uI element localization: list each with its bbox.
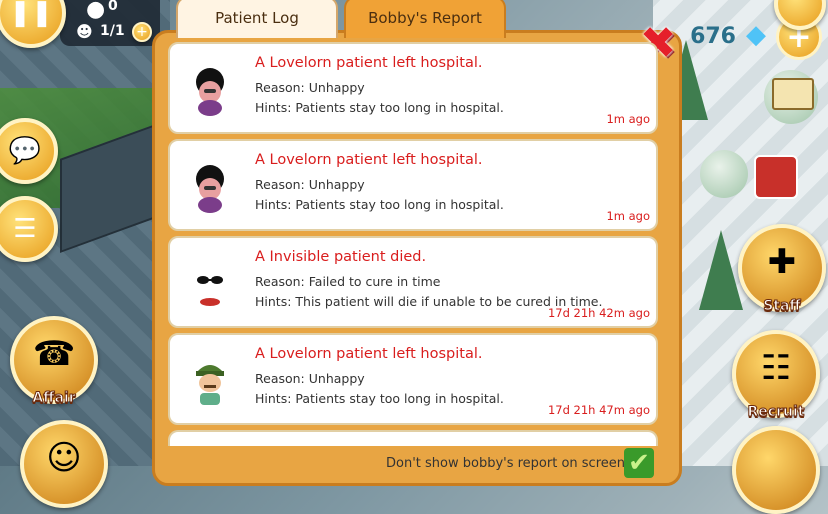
staff-button[interactable]: ✚ Staff bbox=[738, 224, 826, 315]
telephone-icon: ☎ bbox=[32, 334, 76, 374]
mail-icon[interactable] bbox=[772, 78, 814, 110]
bottom-left-button[interactable]: ☺ bbox=[20, 420, 108, 508]
log-entry-reason: Reason: Failed to cure in time bbox=[255, 274, 441, 289]
log-entry-hint: Hints: Patients stay too long in hospita… bbox=[255, 197, 504, 212]
log-entry-title: A Lovelorn patient left hospital. bbox=[255, 152, 483, 168]
recruit-button[interactable]: ☷ Recruit bbox=[732, 330, 820, 421]
tab-bobbys-report[interactable]: Bobby's Report bbox=[344, 0, 506, 38]
log-entry-reason: Reason: Unhappy bbox=[255, 80, 365, 95]
list-icon: ☰ bbox=[13, 214, 37, 244]
invisible-patient-sunglasses-icon bbox=[197, 276, 223, 306]
hud-top-count: 0 bbox=[108, 0, 118, 14]
dont-show-report-label: Don't show bobby's report on screen bbox=[386, 456, 625, 471]
afro-lady-patient-icon bbox=[196, 68, 224, 116]
staff-label: Staff bbox=[763, 298, 802, 315]
log-entry-time: 1m ago bbox=[606, 112, 650, 126]
log-entry-time: 17d 21h 42m ago bbox=[547, 306, 650, 320]
affair-label: Affair bbox=[32, 390, 76, 407]
gift-box-icon[interactable] bbox=[754, 155, 798, 199]
dont-show-report-checkbox[interactable]: ✔ bbox=[624, 448, 654, 478]
log-entry-hint: Hints: Patients stay too long in hospita… bbox=[255, 100, 504, 115]
pine-tree-icon bbox=[699, 230, 743, 310]
log-entry-title: A Lovelorn patient left hospital. bbox=[255, 346, 483, 362]
diamond-icon: ◆ bbox=[746, 20, 766, 50]
checkmark-icon: ✔ bbox=[628, 448, 650, 478]
log-entry-time: 1m ago bbox=[606, 209, 650, 223]
bottom-right-button[interactable] bbox=[732, 426, 820, 514]
character-icon: ☺ bbox=[46, 438, 82, 478]
snow-bush-icon bbox=[700, 150, 748, 198]
recruit-label: Recruit bbox=[747, 404, 805, 421]
staff-head-icon: ☻ bbox=[76, 22, 93, 41]
affair-button[interactable]: ☎ Affair bbox=[10, 316, 98, 407]
log-entry: A Lovelorn patient left hospital. Reason… bbox=[168, 333, 658, 425]
log-entry: A Invisible patient died. Reason: Failed… bbox=[168, 236, 658, 328]
add-staff-button[interactable]: + bbox=[132, 22, 152, 42]
afro-lady-patient-icon bbox=[196, 165, 224, 213]
log-entry-time: 17d 21h 47m ago bbox=[547, 403, 650, 417]
log-entry: A Lovelorn patient left hospital. Reason… bbox=[168, 42, 658, 134]
green-cap-patient-icon bbox=[196, 365, 224, 405]
pause-icon: ❚❚ bbox=[9, 0, 53, 28]
diamond-count: 676 bbox=[690, 24, 736, 49]
nurse-cap-icon: ✚ bbox=[767, 242, 797, 282]
log-entry-reason: Reason: Unhappy bbox=[255, 177, 365, 192]
log-entry-title: A Invisible patient died. bbox=[255, 249, 427, 265]
log-entry-reason: Reason: Unhappy bbox=[255, 371, 365, 386]
chat-bubble-icon: 💬 bbox=[8, 136, 42, 166]
log-entry-hint: Hints: Patients stay too long in hospita… bbox=[255, 391, 504, 406]
resume-icon: ☷ bbox=[760, 348, 792, 388]
staff-ratio: 1/1 bbox=[100, 23, 125, 39]
tab-patient-log[interactable]: Patient Log bbox=[176, 0, 338, 38]
log-entry-title: A Lovelorn patient left hospital. bbox=[255, 55, 483, 71]
log-entry: A Lovelorn patient left hospital. Reason… bbox=[168, 139, 658, 231]
coin-icon: ● bbox=[86, 0, 106, 22]
